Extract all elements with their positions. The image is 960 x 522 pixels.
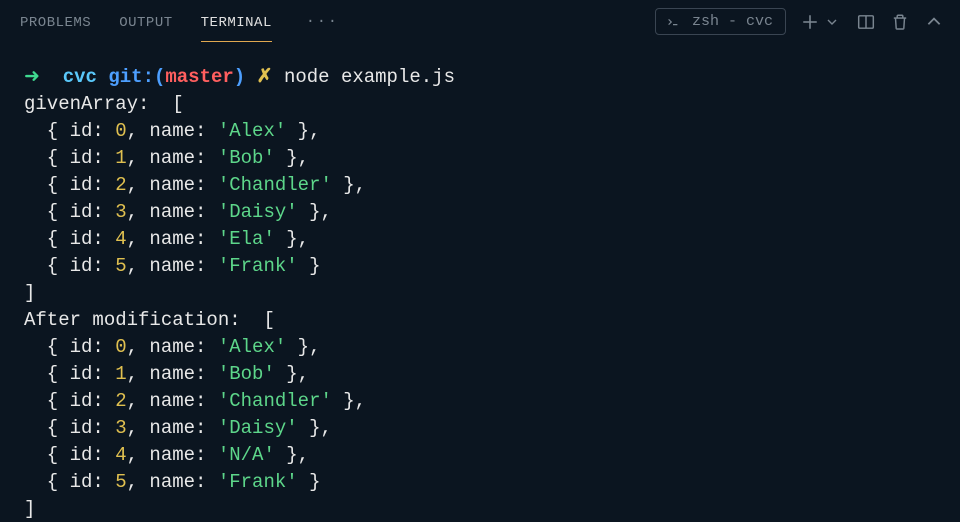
output-line: { id: 5, name: 'Frank' }: [24, 253, 936, 280]
id-value: 3: [115, 417, 126, 439]
tabs-overflow-button[interactable]: ···: [300, 13, 339, 30]
name-value: 'Chandler': [218, 390, 332, 412]
prompt-git-label: git:: [108, 66, 154, 88]
prompt-arrow: ➜: [24, 66, 40, 88]
panel-header: PROBLEMS OUTPUT TERMINAL ··· zsh - cvc: [0, 0, 960, 44]
output-line: { id: 1, name: 'Bob' },: [24, 361, 936, 388]
name-value: 'Frank': [218, 255, 298, 277]
name-value: 'Chandler': [218, 174, 332, 196]
terminal-icon: [666, 15, 680, 29]
panel-actions: zsh - cvc: [655, 8, 944, 35]
id-value: 3: [115, 201, 126, 223]
tab-problems[interactable]: PROBLEMS: [20, 1, 91, 42]
output-line: { id: 1, name: 'Bob' },: [24, 145, 936, 172]
kill-terminal-button[interactable]: [890, 12, 910, 32]
output-line: { id: 0, name: 'Alex' },: [24, 334, 936, 361]
prompt-line: ➜ cvc git:(master) ✗ node example.js: [24, 64, 936, 91]
prompt-dirty-icon: ✗: [257, 66, 273, 88]
id-value: 1: [115, 147, 126, 169]
name-value: 'Alex': [218, 336, 286, 358]
id-value: 4: [115, 444, 126, 466]
id-value: 5: [115, 255, 126, 277]
output-line: { id: 3, name: 'Daisy' },: [24, 199, 936, 226]
new-terminal-dropdown[interactable]: [822, 12, 842, 32]
output-line: { id: 4, name: 'N/A' },: [24, 442, 936, 469]
name-value: 'N/A': [218, 444, 275, 466]
id-value: 0: [115, 336, 126, 358]
id-value: 2: [115, 390, 126, 412]
id-value: 0: [115, 120, 126, 142]
terminal-output[interactable]: ➜ cvc git:(master) ✗ node example.js giv…: [0, 44, 960, 522]
tab-output[interactable]: OUTPUT: [119, 1, 172, 42]
id-value: 4: [115, 228, 126, 250]
output-line: { id: 2, name: 'Chandler' },: [24, 172, 936, 199]
maximize-panel-button[interactable]: [924, 12, 944, 32]
name-value: 'Ela': [218, 228, 275, 250]
output-line: givenArray: [: [24, 91, 936, 118]
output-line: ]: [24, 280, 936, 307]
name-value: 'Daisy': [218, 201, 298, 223]
name-value: 'Bob': [218, 147, 275, 169]
name-value: 'Alex': [218, 120, 286, 142]
id-value: 5: [115, 471, 126, 493]
output-line: { id: 2, name: 'Chandler' },: [24, 388, 936, 415]
command-text: node example.js: [284, 66, 455, 88]
prompt-branch-close: ): [234, 66, 245, 88]
id-value: 1: [115, 363, 126, 385]
split-terminal-button[interactable]: [856, 12, 876, 32]
name-value: 'Daisy': [218, 417, 298, 439]
shell-selector[interactable]: zsh - cvc: [655, 8, 786, 35]
output-line: After modification: [: [24, 307, 936, 334]
output-line: ]: [24, 496, 936, 522]
output-line: { id: 5, name: 'Frank' }: [24, 469, 936, 496]
shell-label: zsh - cvc: [692, 13, 773, 30]
output-line: { id: 3, name: 'Daisy' },: [24, 415, 936, 442]
id-value: 2: [115, 174, 126, 196]
prompt-cwd: cvc: [63, 66, 97, 88]
output-line: { id: 4, name: 'Ela' },: [24, 226, 936, 253]
output-line: { id: 0, name: 'Alex' },: [24, 118, 936, 145]
panel-tabs: PROBLEMS OUTPUT TERMINAL ···: [20, 1, 339, 42]
new-terminal-button[interactable]: [800, 12, 820, 32]
name-value: 'Frank': [218, 471, 298, 493]
name-value: 'Bob': [218, 363, 275, 385]
prompt-branch-open: (: [154, 66, 165, 88]
tab-terminal[interactable]: TERMINAL: [201, 1, 272, 42]
prompt-branch: master: [165, 66, 233, 88]
